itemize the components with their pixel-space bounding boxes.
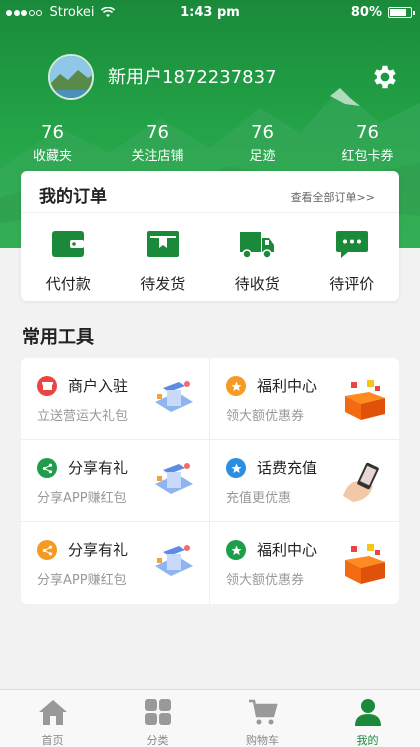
tool-subtitle: 分享APP赚红包 xyxy=(37,491,127,506)
stat-value: 76 xyxy=(251,122,274,143)
user-icon xyxy=(354,699,381,726)
share-icon xyxy=(37,540,57,560)
stat-footprints[interactable]: 76 足迹 xyxy=(210,122,315,164)
tool-subtitle: 充值更优惠 xyxy=(226,491,292,506)
stat-coupons[interactable]: 76 红包卡券 xyxy=(315,122,420,164)
phone-illustration-icon xyxy=(155,463,193,494)
avatar[interactable] xyxy=(48,54,94,100)
stat-followed-shops[interactable]: 76 关注店铺 xyxy=(105,122,210,164)
view-all-orders-link[interactable]: 查看全部订单>> xyxy=(291,189,375,205)
tool-subtitle: 分享APP赚红包 xyxy=(37,573,127,588)
tool-phone-recharge[interactable]: 话费充值 充值更优惠 xyxy=(210,440,399,522)
stat-label: 红包卡券 xyxy=(341,149,394,164)
status-bar: Strokei 1:43 pm 80% xyxy=(0,0,420,26)
star-icon xyxy=(226,540,246,560)
tool-title: 分享有礼 xyxy=(68,459,129,477)
tool-welfare-center-2[interactable]: 福利中心 领大额优惠券 xyxy=(210,522,399,604)
cart-icon xyxy=(248,699,278,725)
tab-home[interactable]: 首页 xyxy=(0,690,105,747)
share-icon xyxy=(37,458,57,478)
tab-label: 分类 xyxy=(146,734,169,747)
stat-value: 76 xyxy=(146,122,169,143)
tab-label: 首页 xyxy=(41,734,64,747)
tab-label: 购物车 xyxy=(246,734,279,747)
tool-title: 福利中心 xyxy=(257,541,318,559)
star-icon xyxy=(226,458,246,478)
settings-gear-icon[interactable] xyxy=(370,62,400,92)
truck-icon xyxy=(240,232,275,259)
gift-box-icon xyxy=(345,380,385,420)
order-label: 待评价 xyxy=(329,275,375,293)
tool-share-reward[interactable]: 分享有礼 分享APP赚红包 xyxy=(21,440,210,522)
order-pending-payment[interactable]: 代付款 xyxy=(21,213,116,301)
tools-grid: 商户入驻 立送营运大礼包 福利中心 领大额优惠券 分享有礼 分享APP赚红包 话… xyxy=(21,358,399,604)
bottom-tab-bar: 首页 分类 购物车 我的 xyxy=(0,689,420,747)
gift-box-icon xyxy=(345,544,385,584)
tool-share-reward-2[interactable]: 分享有礼 分享APP赚红包 xyxy=(21,522,210,604)
order-label: 待收货 xyxy=(234,275,280,293)
home-icon xyxy=(38,700,67,725)
stat-value: 76 xyxy=(41,122,64,143)
order-pending-shipment[interactable]: 待发货 xyxy=(116,213,211,301)
phone-illustration-icon xyxy=(155,381,193,412)
grid-icon xyxy=(144,699,171,725)
stats-row: 76 收藏夹 76 关注店铺 76 足迹 76 红包卡券 xyxy=(0,122,420,164)
my-orders-card: 我的订单 查看全部订单>> 代付款 待发货 待收货 待评价 xyxy=(21,171,399,301)
tool-title: 分享有礼 xyxy=(68,541,129,559)
tool-title: 福利中心 xyxy=(257,377,318,395)
tools-section-title: 常用工具 xyxy=(22,327,94,348)
stat-label: 收藏夹 xyxy=(32,149,72,164)
tab-label: 我的 xyxy=(356,734,379,747)
tool-subtitle: 领大额优惠券 xyxy=(226,409,305,424)
stat-favorites[interactable]: 76 收藏夹 xyxy=(0,122,105,164)
battery-group: 80% xyxy=(350,5,415,20)
tool-title: 商户入驻 xyxy=(68,377,129,395)
star-icon xyxy=(226,376,246,396)
tool-title: 话费充值 xyxy=(257,459,318,477)
hand-phone-icon xyxy=(343,462,379,502)
tool-subtitle: 立送营运大礼包 xyxy=(37,409,129,424)
wallet-icon xyxy=(52,231,85,257)
order-label: 代付款 xyxy=(45,275,91,293)
tab-cart[interactable]: 购物车 xyxy=(210,690,315,747)
tool-merchant-join[interactable]: 商户入驻 立送营运大礼包 xyxy=(21,358,210,440)
stat-label: 关注店铺 xyxy=(131,149,184,164)
battery-percent: 80% xyxy=(350,5,382,20)
orders-title: 我的订单 xyxy=(39,187,107,207)
order-pending-receipt[interactable]: 待收货 xyxy=(210,213,305,301)
order-label: 待发货 xyxy=(140,275,186,293)
phone-illustration-icon xyxy=(155,545,193,576)
orders-header: 我的订单 查看全部订单>> xyxy=(21,171,399,213)
stat-value: 76 xyxy=(356,122,379,143)
tab-mine[interactable]: 我的 xyxy=(315,690,420,747)
battery-icon xyxy=(388,7,415,18)
username[interactable]: 新用户1872237837 xyxy=(108,63,277,89)
tool-subtitle: 领大额优惠券 xyxy=(226,573,305,588)
tab-category[interactable]: 分类 xyxy=(105,690,210,747)
orders-status-row: 代付款 待发货 待收货 待评价 xyxy=(21,213,399,301)
package-icon xyxy=(146,231,179,257)
chat-icon xyxy=(335,231,368,258)
tool-welfare-center[interactable]: 福利中心 领大额优惠券 xyxy=(210,358,399,440)
stat-label: 足迹 xyxy=(249,149,276,164)
store-icon xyxy=(37,376,57,396)
order-pending-review[interactable]: 待评价 xyxy=(305,213,400,301)
